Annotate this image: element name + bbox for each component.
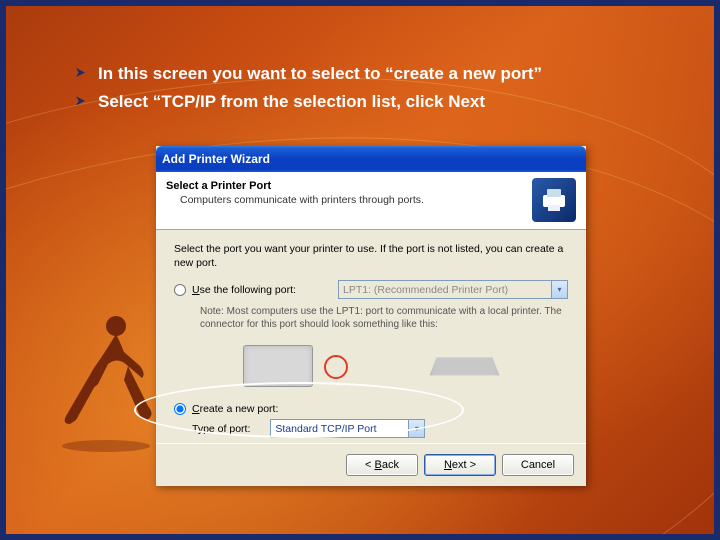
port-note-text: Note: Most computers use the LPT1: port … — [174, 305, 568, 331]
use-following-port-label[interactable]: Use the following port: — [192, 284, 296, 296]
dialog-button-row: < Back Next > Cancel — [346, 454, 574, 476]
chevron-down-icon: ▾ — [551, 281, 567, 298]
port-dropdown-value: LPT1: (Recommended Printer Port) — [343, 284, 508, 296]
type-of-port-dropdown[interactable]: Standard TCP/IP Port ▾ — [270, 419, 425, 438]
dialog-header: Select a Printer Port Computers communic… — [156, 172, 586, 230]
cancel-button[interactable]: Cancel — [502, 454, 574, 476]
bullet-item: Select “TCP/IP from the selection list, … — [76, 89, 664, 115]
create-new-port-radio[interactable] — [174, 403, 186, 415]
printer-illustration-icon — [243, 345, 313, 387]
dialog-titlebar[interactable]: Add Printer Wizard — [156, 146, 586, 172]
connector-diagram — [184, 339, 558, 393]
highlight-circle-icon — [324, 355, 348, 379]
use-following-port-radio[interactable] — [174, 284, 186, 296]
slide-bullets: In this screen you want to select to “cr… — [76, 61, 664, 118]
add-printer-wizard-dialog: Add Printer Wizard Select a Printer Port… — [156, 146, 586, 486]
instruction-text: Select the port you want your printer to… — [174, 242, 568, 270]
chevron-down-icon: ▾ — [408, 420, 424, 437]
dialog-content: Select the port you want your printer to… — [156, 230, 586, 446]
next-button[interactable]: Next > — [424, 454, 496, 476]
type-of-port-value: Standard TCP/IP Port — [275, 423, 376, 435]
type-of-port-row: Type of port: Standard TCP/IP Port ▾ — [174, 419, 568, 438]
button-divider — [156, 443, 586, 444]
back-button[interactable]: < Back — [346, 454, 418, 476]
create-new-port-row: Create a new port: — [174, 403, 568, 415]
header-subtitle: Computers communicate with printers thro… — [166, 194, 424, 206]
type-of-port-label: Type of port: — [174, 423, 250, 435]
port-dropdown[interactable]: LPT1: (Recommended Printer Port) ▾ — [338, 280, 568, 299]
bullet-item: In this screen you want to select to “cr… — [76, 61, 664, 87]
use-following-port-row: Use the following port: LPT1: (Recommend… — [174, 280, 568, 299]
parallel-connector-icon — [430, 351, 500, 381]
printer-port-icon — [532, 178, 576, 222]
runner-silhouette — [46, 306, 166, 456]
dialog-title: Add Printer Wizard — [162, 152, 270, 166]
create-new-port-label[interactable]: Create a new port: — [192, 403, 278, 415]
header-title: Select a Printer Port — [166, 180, 424, 192]
